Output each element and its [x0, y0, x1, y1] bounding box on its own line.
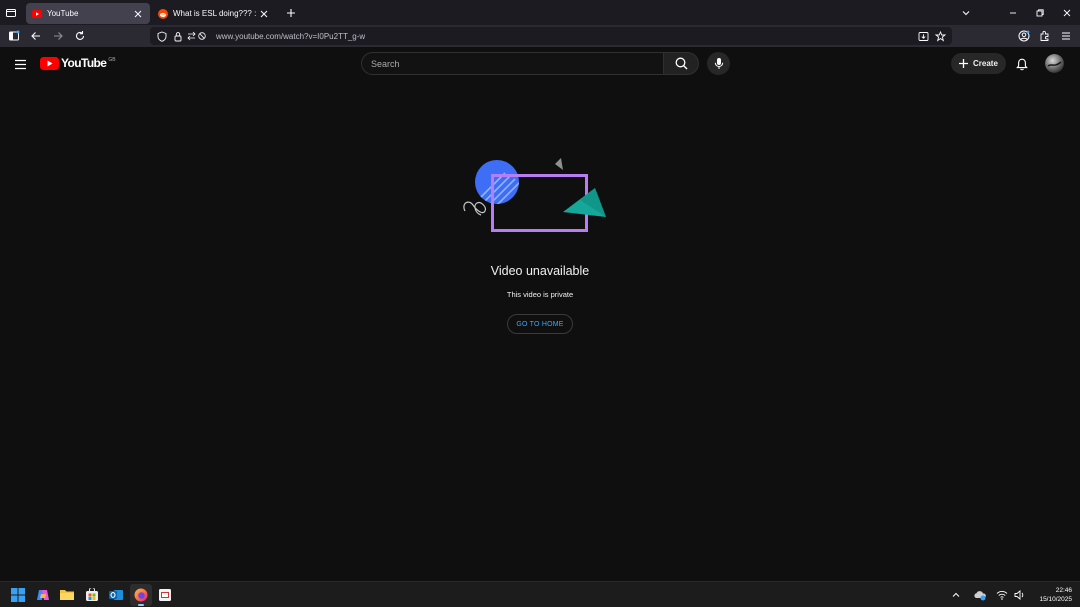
- chevron-down-icon[interactable]: [952, 0, 979, 25]
- avatar[interactable]: [1045, 54, 1064, 73]
- forward-icon[interactable]: [48, 26, 68, 46]
- reload-icon[interactable]: [70, 26, 90, 46]
- sidebar-icon[interactable]: [4, 26, 24, 46]
- search-icon: [675, 57, 687, 70]
- voice-search-button[interactable]: [707, 52, 730, 75]
- youtube-wordmark: YouTube: [61, 56, 107, 70]
- tab-reddit[interactable]: What is ESL doing??? : r/counte: [152, 3, 276, 24]
- tab-title: YouTube: [47, 9, 79, 18]
- store-icon[interactable]: [81, 584, 103, 606]
- back-icon[interactable]: [26, 26, 46, 46]
- clock[interactable]: 22:46 15/10/2025: [1039, 586, 1072, 604]
- go-to-home-button[interactable]: GO TO HOME: [507, 314, 573, 334]
- app-icon[interactable]: [154, 584, 176, 606]
- mic-icon: [714, 58, 723, 69]
- wifi-icon[interactable]: [995, 588, 1009, 602]
- navigation-bar: www.youtube.com/watch?v=I0Pu2TT_g-w: [0, 25, 1080, 47]
- outlook-icon[interactable]: [105, 584, 127, 606]
- lock-icon[interactable]: [170, 28, 186, 44]
- taskbar: 22:46 15/10/2025: [0, 581, 1080, 607]
- menu-icon[interactable]: [1056, 26, 1076, 46]
- country-code: GB: [108, 56, 116, 63]
- clock-time: 22:46: [1055, 587, 1072, 594]
- copilot-icon[interactable]: [32, 584, 54, 606]
- windows-start-icon[interactable]: [7, 584, 29, 606]
- notifications-button[interactable]: [1011, 53, 1033, 75]
- search-input[interactable]: [362, 53, 663, 74]
- search-box: [361, 52, 663, 75]
- bookmark-star-icon[interactable]: [932, 28, 948, 44]
- youtube-logo[interactable]: YouTube GB: [40, 56, 116, 70]
- reader-view-icon[interactable]: [915, 28, 931, 44]
- restore-icon[interactable]: [1026, 0, 1053, 25]
- youtube-header: YouTube GB Create: [0, 47, 1080, 81]
- youtube-logo-icon: [40, 56, 59, 70]
- tab-list-icon[interactable]: [0, 0, 22, 25]
- chevron-up-icon[interactable]: [949, 588, 963, 602]
- bell-icon: [1016, 58, 1028, 70]
- url-bar[interactable]: www.youtube.com/watch?v=I0Pu2TT_g-w: [150, 27, 952, 45]
- plus-icon: [959, 59, 968, 68]
- window-controls: [952, 0, 1080, 25]
- shield-icon[interactable]: [154, 28, 170, 44]
- clock-date: 15/10/2025: [1039, 596, 1072, 603]
- create-button[interactable]: Create: [951, 53, 1006, 74]
- tab-title: What is ESL doing??? : r/counte: [173, 9, 258, 18]
- youtube-favicon: [32, 9, 42, 19]
- close-icon[interactable]: [1053, 0, 1080, 25]
- close-icon[interactable]: [258, 8, 270, 20]
- onedrive-icon[interactable]: [973, 588, 987, 602]
- create-label: Create: [973, 59, 998, 68]
- search-button[interactable]: [663, 52, 699, 75]
- minimize-icon[interactable]: [999, 0, 1026, 25]
- extensions-icon[interactable]: [1035, 26, 1055, 46]
- reddit-favicon: [158, 8, 168, 19]
- error-illustration: [455, 155, 615, 237]
- account-icon[interactable]: [1014, 26, 1034, 46]
- hamburger-icon[interactable]: [10, 54, 30, 74]
- url-text[interactable]: www.youtube.com/watch?v=I0Pu2TT_g-w: [216, 32, 365, 41]
- error-title: Video unavailable: [490, 264, 590, 278]
- permissions-icon[interactable]: [186, 28, 210, 44]
- browser-tab-strip: YouTube What is ESL doing??? : r/counte: [0, 0, 1080, 25]
- error-subtitle: This video is private: [506, 290, 574, 299]
- close-icon[interactable]: [132, 8, 144, 20]
- tab-youtube[interactable]: YouTube: [26, 3, 150, 24]
- file-explorer-icon[interactable]: [56, 584, 78, 606]
- firefox-icon[interactable]: [129, 584, 152, 606]
- volume-icon[interactable]: [1013, 588, 1027, 602]
- new-tab-icon[interactable]: [282, 4, 300, 22]
